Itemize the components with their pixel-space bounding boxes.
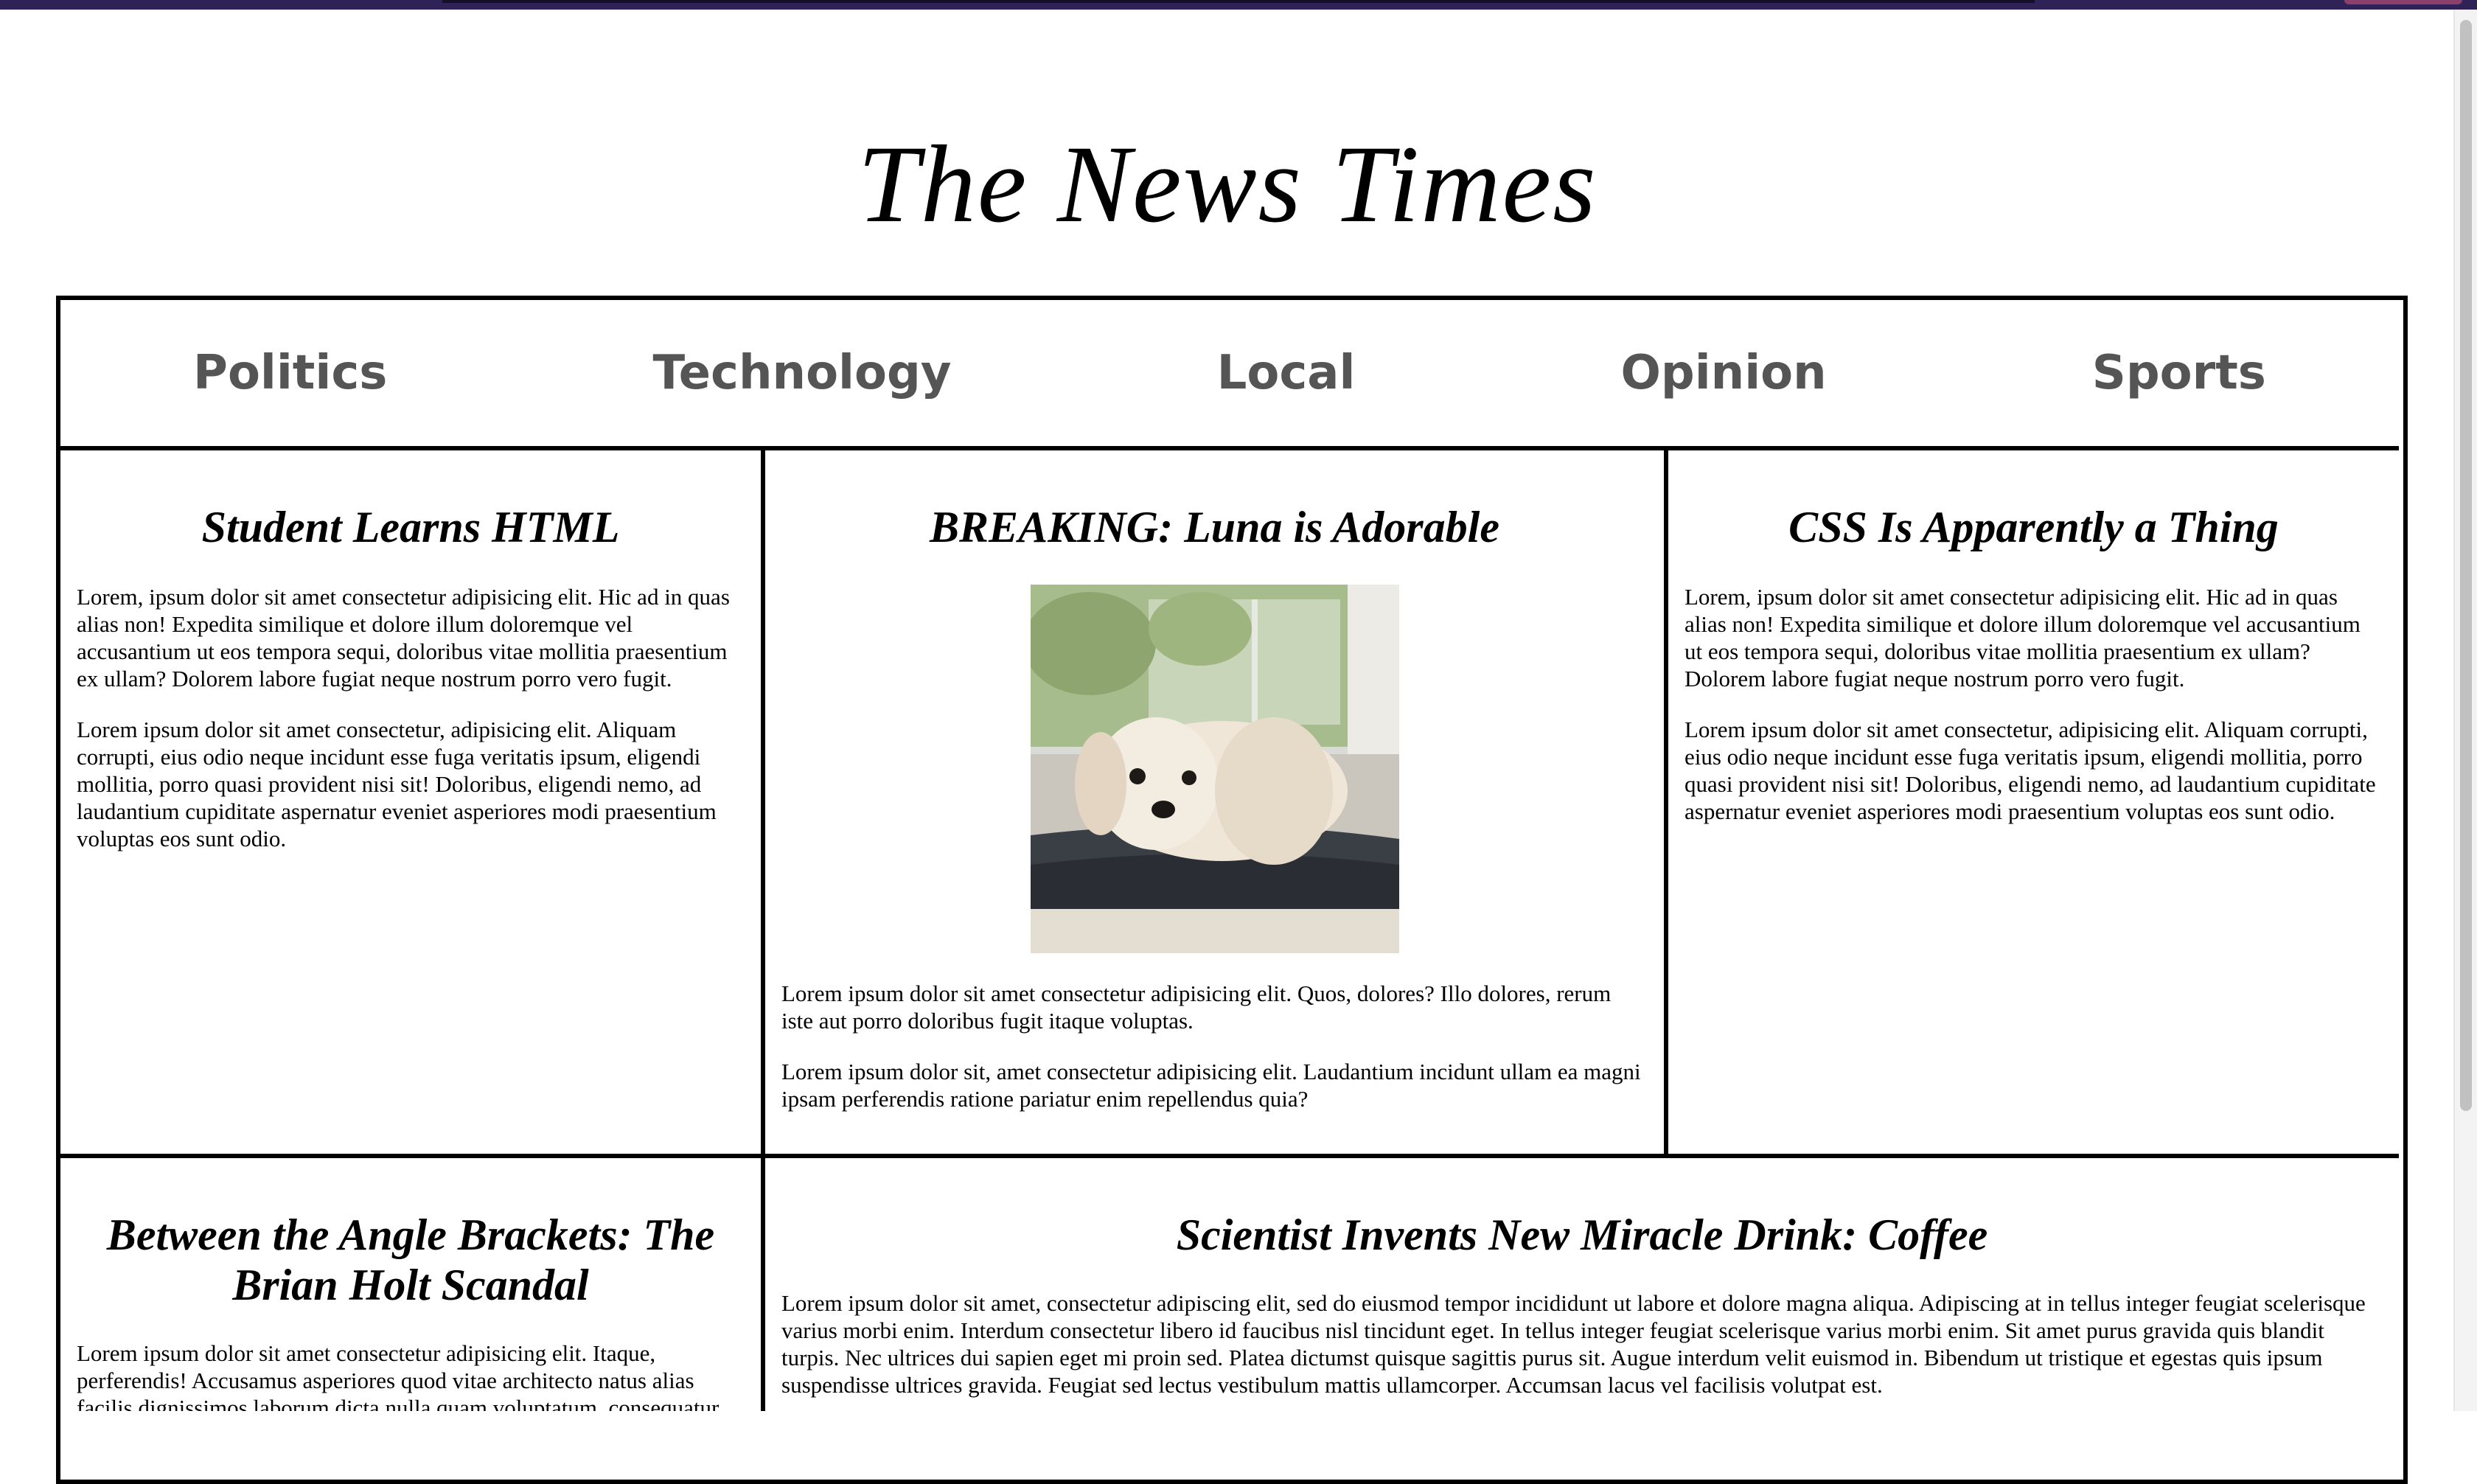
browser-top-bar-inner <box>442 0 2035 3</box>
article-paragraph: Lorem ipsum dolor sit amet, consectetur … <box>781 1290 2366 1398</box>
article-paragraph: Lorem, ipsum dolor sit amet consectetur … <box>77 584 730 692</box>
article-headline: CSS Is Apparently a Thing <box>1788 503 2279 551</box>
nav-item-politics[interactable]: Politics <box>193 346 387 400</box>
scrollbar-thumb[interactable] <box>2460 20 2472 1111</box>
article-paragraph: Lorem, ipsum dolor sit amet consectetur … <box>1685 584 2361 692</box>
article-headline: Between the Angle Brackets: The Brian Ho… <box>106 1210 715 1309</box>
nav-item-local[interactable]: Local <box>1217 346 1356 400</box>
vertical-scrollbar[interactable] <box>2453 10 2477 1411</box>
main-nav: Politics Technology Local Opinion Sports <box>60 300 2399 450</box>
browser-top-bar <box>0 0 2477 10</box>
article-headline: BREAKING: Luna is Adorable <box>930 503 1499 551</box>
browser-tab-indicator <box>2344 0 2462 4</box>
nav-item-opinion[interactable]: Opinion <box>1620 346 1826 400</box>
nav-item-technology[interactable]: Technology <box>652 346 951 400</box>
article-css-is-a-thing: CSS Is Apparently a Thing Lorem, ipsum d… <box>1668 450 2399 1154</box>
article-luna-is-adorable: BREAKING: Luna is Adorable Lorem ipsum d… <box>765 450 1664 1154</box>
article-brian-holt-scandal: Between the Angle Brackets: The Brian Ho… <box>60 1158 761 1411</box>
article-paragraph: Lorem ipsum dolor sit amet consectetur a… <box>77 1340 720 1411</box>
site-title: The News Times <box>857 123 1598 245</box>
article-headline: Scientist Invents New Miracle Drink: Cof… <box>1176 1210 1988 1259</box>
dog-photo-illustration <box>1030 585 1399 953</box>
dog-photo <box>1030 585 1399 953</box>
article-headline: Student Learns HTML <box>201 503 620 551</box>
nav-item-sports[interactable]: Sports <box>2092 346 2266 400</box>
article-paragraph: Lorem ipsum dolor sit amet consectetur, … <box>1685 717 2376 824</box>
article-paragraph: Lorem ipsum dolor sit amet consectetur, … <box>77 717 717 851</box>
article-paragraph: Lorem ipsum dolor sit amet consectetur a… <box>781 980 1612 1034</box>
article-miracle-drink-coffee: Scientist Invents New Miracle Drink: Cof… <box>765 1158 2399 1411</box>
article-student-learns-html: Student Learns HTML Lorem, ipsum dolor s… <box>60 450 761 1154</box>
article-paragraph: Lorem ipsum dolor sit, amet consectetur … <box>781 1059 1641 1112</box>
